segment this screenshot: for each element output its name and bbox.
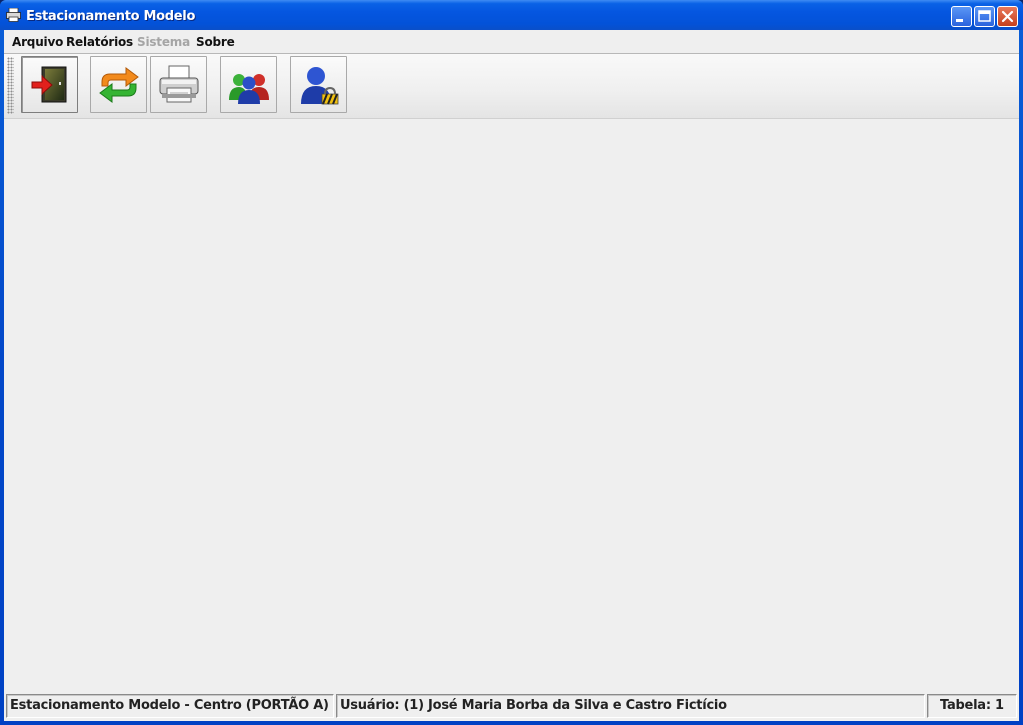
maximize-icon — [978, 10, 991, 22]
status-table: Tabela: 1 — [927, 694, 1017, 718]
user-lock-icon — [301, 67, 339, 105]
close-icon — [1001, 10, 1014, 23]
client-area: Arquivo Relatórios Sistema Sobre Estacio… — [4, 30, 1019, 721]
exit-door-icon — [31, 66, 67, 103]
exit-button[interactable] — [21, 56, 78, 113]
menu-bar: Arquivo Relatórios Sistema Sobre — [4, 30, 1019, 54]
title-bar[interactable]: Estacionamento Modelo — [0, 0, 1023, 30]
status-bar: Estacionamento Modelo - Centro (PORTÃO A… — [4, 692, 1019, 721]
swap-button[interactable] — [90, 56, 147, 113]
minimize-icon — [956, 19, 963, 22]
menu-sistema: Sistema — [137, 35, 190, 49]
user-lock-button[interactable] — [290, 56, 347, 113]
desktop-area[interactable] — [4, 119, 1019, 692]
toolbar-grip[interactable] — [7, 57, 14, 114]
toolbar — [4, 54, 1019, 119]
users-group-icon — [229, 74, 269, 104]
printer-icon — [159, 65, 199, 103]
menu-sobre[interactable]: Sobre — [196, 35, 235, 49]
close-button[interactable] — [997, 6, 1018, 27]
status-user: Usuário: (1) José Maria Borba da Silva e… — [336, 694, 925, 718]
status-location: Estacionamento Modelo - Centro (PORTÃO A… — [6, 694, 334, 718]
window-title: Estacionamento Modelo — [26, 9, 196, 24]
minimize-button[interactable] — [951, 6, 972, 27]
printer-app-icon — [6, 8, 21, 22]
swap-arrows-icon — [99, 67, 139, 103]
users-button[interactable] — [220, 56, 277, 113]
print-button[interactable] — [150, 56, 207, 113]
menu-arquivo[interactable]: Arquivo — [12, 35, 63, 49]
maximize-button[interactable] — [974, 6, 995, 27]
app-window: Estacionamento Modelo Arquivo Relatórios… — [0, 0, 1023, 725]
menu-relatorios[interactable]: Relatórios — [66, 35, 133, 49]
